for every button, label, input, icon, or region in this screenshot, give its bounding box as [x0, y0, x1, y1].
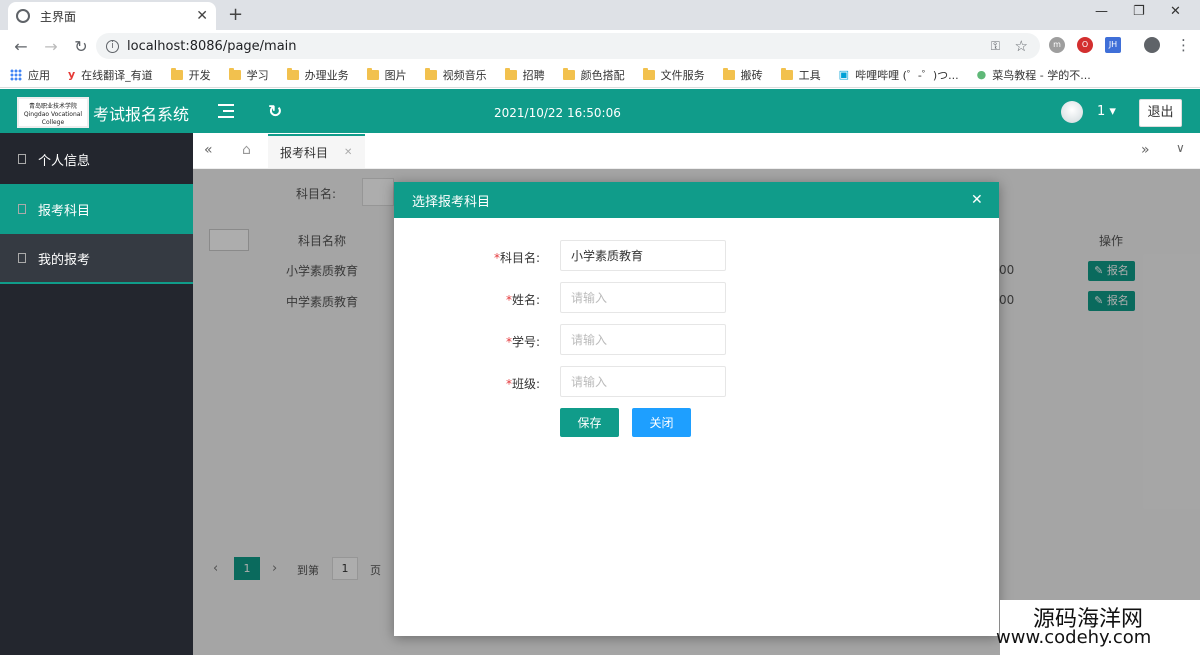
- bookmark-folder[interactable]: 开发: [170, 67, 211, 83]
- bookmark-folder[interactable]: 办理业务: [286, 67, 349, 83]
- document-icon: [18, 204, 26, 214]
- tab-close-icon[interactable]: ✕: [196, 8, 208, 24]
- logo: 青岛职业技术学院 Qingdao Vocational College: [17, 97, 89, 128]
- folder-icon: [504, 67, 517, 80]
- extension-opera-icon[interactable]: O: [1077, 37, 1093, 53]
- minimize-button[interactable]: —: [1095, 4, 1108, 19]
- reload-icon[interactable]: ↻: [72, 37, 90, 56]
- scroll-left-icon[interactable]: «: [204, 142, 213, 158]
- apps-grid-icon: [10, 68, 22, 81]
- document-icon: [18, 253, 26, 263]
- bookmark-youdao[interactable]: y 在线翻译_有道: [68, 67, 153, 83]
- folder-icon: [366, 67, 379, 80]
- modal-header: 选择报考科目: [394, 182, 999, 218]
- app-title: 考试报名系统: [93, 105, 190, 124]
- bookmark-folder[interactable]: 工具: [780, 67, 821, 83]
- modal-title: 选择报考科目: [412, 194, 491, 210]
- browser-tab[interactable]: 主界面 ✕: [8, 2, 216, 30]
- folder-icon: [562, 67, 575, 80]
- folder-icon: [780, 67, 793, 80]
- home-icon[interactable]: ⌂: [242, 142, 251, 158]
- folder-icon: [286, 67, 299, 80]
- extension-m-icon[interactable]: m: [1049, 37, 1065, 53]
- datetime-display: 2021/10/22 16:50:06: [494, 106, 621, 120]
- browser-tab-title: 主界面: [40, 9, 77, 24]
- menu-toggle-icon[interactable]: [218, 104, 234, 118]
- browser-menu-icon[interactable]: ⋮: [1176, 36, 1191, 54]
- bookmark-folder[interactable]: 视频音乐: [424, 67, 487, 83]
- browser-nav-bar: ← → ↻ i localhost:8086/page/main ⚿ ☆: [0, 30, 1200, 62]
- logout-button[interactable]: 退出: [1139, 99, 1182, 127]
- folder-icon: [722, 67, 735, 80]
- refresh-icon[interactable]: ↻: [268, 102, 282, 122]
- site-info-icon[interactable]: i: [106, 39, 119, 53]
- name-field[interactable]: [560, 282, 726, 313]
- maximize-button[interactable]: ❐: [1133, 4, 1145, 19]
- folder-icon: [642, 67, 655, 80]
- field-label-class: *班级:: [505, 377, 540, 391]
- folder-icon: [228, 67, 241, 80]
- close-button[interactable]: 关闭: [632, 408, 691, 437]
- runoob-icon: ●: [976, 68, 987, 81]
- bookmark-folder[interactable]: 招聘: [504, 67, 545, 83]
- avatar[interactable]: [1061, 101, 1083, 123]
- field-label-subject: *科目名:: [493, 251, 540, 265]
- new-tab-button[interactable]: +: [228, 4, 243, 25]
- back-arrow-icon[interactable]: ←: [12, 37, 30, 56]
- folder-icon: [424, 67, 437, 80]
- subject-field[interactable]: [560, 240, 726, 271]
- sidebar-item-my-exams[interactable]: 我的报考: [0, 234, 193, 284]
- globe-icon: [16, 9, 30, 23]
- field-label-student-id: *学号:: [505, 335, 540, 349]
- url-text: localhost:8086/page/main: [127, 38, 297, 54]
- bookmark-folder[interactable]: 颜色搭配: [562, 67, 625, 83]
- key-icon[interactable]: ⚿: [991, 39, 1000, 54]
- watermark-line2: www.codehy.com: [996, 627, 1152, 648]
- youdao-icon: y: [68, 68, 76, 81]
- bookmark-folder[interactable]: 文件服务: [642, 67, 705, 83]
- save-button[interactable]: 保存: [560, 408, 619, 437]
- window-close-button[interactable]: ✕: [1170, 4, 1181, 19]
- tab-label: 报考科目: [280, 145, 329, 160]
- class-field[interactable]: [560, 366, 726, 397]
- bookmark-folder[interactable]: 学习: [228, 67, 269, 83]
- document-icon: [18, 154, 26, 164]
- scroll-right-icon[interactable]: »: [1141, 142, 1150, 158]
- bookmark-apps[interactable]: 应用: [10, 67, 50, 83]
- tab-close-icon[interactable]: ✕: [344, 147, 352, 158]
- profile-icon[interactable]: [1144, 37, 1160, 53]
- extension-jh-icon[interactable]: JH: [1105, 37, 1121, 53]
- bookmarks-bar: 应用 y 在线翻译_有道 开发 学习 办理业务 图片 视频音乐 招聘 颜色搭配 文…: [0, 62, 1200, 88]
- bilibili-icon: ▣: [838, 68, 850, 81]
- tab-menu-icon[interactable]: ∨: [1176, 141, 1185, 155]
- user-menu[interactable]: 1 ▾: [1097, 104, 1116, 119]
- field-label-name: *姓名:: [505, 293, 540, 307]
- bookmark-star-icon[interactable]: ☆: [1015, 37, 1028, 55]
- sidebar-item-subjects[interactable]: 报考科目: [0, 184, 193, 234]
- address-bar[interactable]: i localhost:8086/page/main ⚿ ☆: [96, 33, 1040, 59]
- sidebar-item-label: 报考科目: [38, 203, 91, 219]
- sidebar-item-profile[interactable]: 个人信息: [0, 134, 193, 184]
- sidebar-item-label: 个人信息: [38, 153, 91, 169]
- forward-arrow-icon[interactable]: →: [42, 37, 60, 56]
- sidebar-item-label: 我的报考: [38, 252, 91, 268]
- bookmark-runoob[interactable]: ● 菜鸟教程 - 学的不...: [977, 67, 1091, 83]
- folder-icon: [170, 67, 183, 80]
- student-id-field[interactable]: [560, 324, 726, 355]
- bookmark-bilibili[interactable]: ▣ 哔哩哔哩 (゜-゜)つ...: [839, 67, 959, 83]
- bookmark-folder[interactable]: 搬砖: [722, 67, 763, 83]
- modal-close-icon[interactable]: ✕: [971, 192, 983, 208]
- tab-subjects[interactable]: 报考科目 ✕: [268, 134, 365, 168]
- bookmark-folder[interactable]: 图片: [366, 67, 407, 83]
